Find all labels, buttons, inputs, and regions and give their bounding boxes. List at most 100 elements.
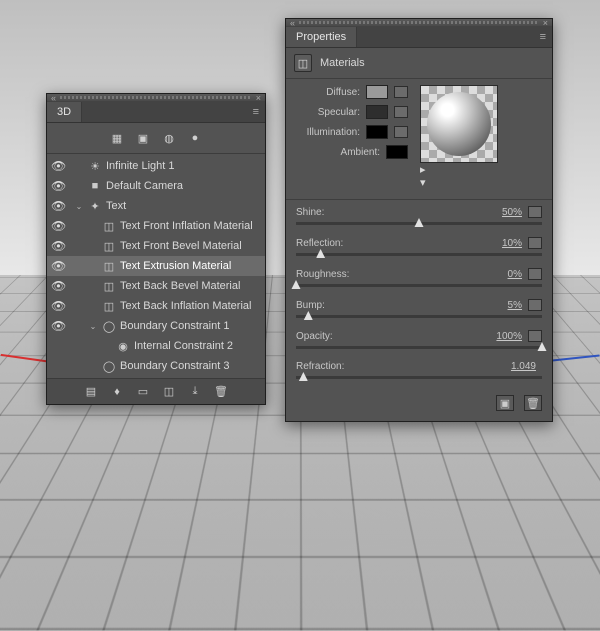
tree-item[interactable]: 👁⌄✦Text bbox=[47, 196, 265, 216]
tree-item-label: Text Front Inflation Material bbox=[120, 220, 261, 232]
visibility-toggle-icon[interactable]: 👁 bbox=[51, 279, 66, 293]
close-icon[interactable]: × bbox=[256, 93, 261, 103]
reflection-slider-thumb[interactable] bbox=[316, 249, 325, 258]
trash-icon[interactable]: 🗑 bbox=[212, 383, 230, 401]
preview-flyout-icon[interactable]: ▸▾ bbox=[420, 163, 498, 189]
preview-sphere bbox=[427, 92, 491, 156]
tree-item-label: Text Back Inflation Material bbox=[120, 300, 261, 312]
materials-filter-icon[interactable]: ◍ bbox=[160, 129, 178, 147]
bump-value[interactable]: 5% bbox=[508, 300, 522, 311]
tree-item[interactable]: 👁⌄◯Boundary Constraint 1 bbox=[47, 316, 265, 336]
bump-texture-picker[interactable] bbox=[528, 299, 542, 311]
refraction-slider[interactable] bbox=[296, 376, 542, 379]
tab-3d[interactable]: 3D bbox=[47, 102, 82, 122]
refraction-label: Refraction: bbox=[296, 361, 344, 372]
light-icon[interactable]: ♦ bbox=[108, 383, 126, 401]
shine-label: Shine: bbox=[296, 207, 324, 218]
material-preview[interactable] bbox=[420, 85, 498, 163]
shine-texture-picker[interactable] bbox=[528, 206, 542, 218]
reflection-slider-group: Reflection: 10% bbox=[296, 237, 542, 256]
visibility-toggle-icon[interactable]: 👁 bbox=[51, 299, 66, 313]
refraction-slider-thumb[interactable] bbox=[299, 372, 308, 381]
diffuse-swatch[interactable] bbox=[366, 85, 388, 99]
panel-properties-tabbar: Properties ≡ bbox=[286, 26, 552, 48]
tree-item[interactable]: 👁◫Text Front Bevel Material bbox=[47, 236, 265, 256]
scene-filter-icon[interactable]: ▦ bbox=[108, 129, 126, 147]
tree-item[interactable]: 👁☀Infinite Light 1 bbox=[47, 156, 265, 176]
visibility-toggle-icon[interactable]: 👁 bbox=[51, 159, 66, 173]
roughness-texture-picker[interactable] bbox=[528, 268, 542, 280]
panel-properties: « × Properties ≡ ◫ Materials Diffuse: Sp… bbox=[285, 18, 553, 422]
tree-item[interactable]: ◉Internal Constraint 2 bbox=[47, 336, 265, 356]
tree-item[interactable]: 👁◫Text Extrusion Material bbox=[47, 256, 265, 276]
tree-item-label: Boundary Constraint 1 bbox=[120, 320, 261, 332]
refraction-value[interactable]: 1.049 bbox=[511, 361, 536, 372]
lights-filter-icon[interactable]: ● bbox=[186, 129, 204, 147]
opacity-value[interactable]: 100% bbox=[496, 331, 522, 342]
scene-tree: 👁☀Infinite Light 1👁■Default Camera👁⌄✦Tex… bbox=[47, 154, 265, 378]
properties-footer: ▣ 🗑 bbox=[286, 389, 552, 421]
specular-swatch[interactable] bbox=[366, 105, 388, 119]
roughness-slider[interactable] bbox=[296, 284, 542, 287]
roughness-slider-thumb[interactable] bbox=[292, 280, 301, 289]
delete-material-button[interactable]: 🗑 bbox=[524, 395, 542, 411]
tree-item[interactable]: ◯Boundary Constraint 3 bbox=[47, 356, 265, 376]
visibility-toggle-icon[interactable]: 👁 bbox=[51, 319, 66, 333]
reflection-label: Reflection: bbox=[296, 238, 343, 249]
reflection-value[interactable]: 10% bbox=[502, 238, 522, 249]
tree-item[interactable]: 👁■Default Camera bbox=[47, 176, 265, 196]
panel-menu-icon[interactable]: ≡ bbox=[534, 31, 552, 43]
illumination-texture-picker[interactable] bbox=[394, 126, 408, 138]
sun-icon: ☀ bbox=[88, 159, 102, 173]
diffuse-label: Diffuse: bbox=[294, 87, 360, 98]
tab-properties[interactable]: Properties bbox=[286, 27, 357, 47]
tree-item-label: Boundary Constraint 3 bbox=[120, 360, 261, 372]
shine-value[interactable]: 50% bbox=[502, 207, 522, 218]
materials-section-title: Materials bbox=[320, 57, 365, 69]
texture-icon[interactable]: ◫ bbox=[160, 383, 178, 401]
shine-slider-thumb[interactable] bbox=[415, 218, 424, 227]
tree-item-label: Default Camera bbox=[106, 180, 261, 192]
panel-3d-drag-handle[interactable]: « × bbox=[47, 94, 265, 101]
shine-slider[interactable] bbox=[296, 222, 542, 225]
bump-slider-thumb[interactable] bbox=[304, 311, 313, 320]
illumination-swatch[interactable] bbox=[366, 125, 388, 139]
panel-menu-icon[interactable]: ≡ bbox=[247, 106, 265, 118]
layers-icon[interactable]: ▤ bbox=[82, 383, 100, 401]
disclosure-caret-icon[interactable]: ⌄ bbox=[88, 322, 98, 331]
export-icon[interactable]: ⤓ bbox=[186, 383, 204, 401]
tree-item[interactable]: 👁◫Text Front Inflation Material bbox=[47, 216, 265, 236]
roughness-value[interactable]: 0% bbox=[508, 269, 522, 280]
tree-item[interactable]: 👁◫Text Back Inflation Material bbox=[47, 296, 265, 316]
camera-icon[interactable]: ▭ bbox=[134, 383, 152, 401]
visibility-toggle-icon[interactable]: 👁 bbox=[51, 239, 66, 253]
visibility-toggle-icon[interactable]: 👁 bbox=[51, 179, 66, 193]
visibility-toggle-icon[interactable]: 👁 bbox=[51, 199, 66, 213]
tree-item-label: Text Back Bevel Material bbox=[120, 280, 261, 292]
ambient-label: Ambient: bbox=[314, 147, 380, 158]
specular-texture-picker[interactable] bbox=[394, 106, 408, 118]
material-icon: ◫ bbox=[102, 239, 116, 253]
material-icon: ◫ bbox=[102, 279, 116, 293]
visibility-toggle-icon[interactable]: 👁 bbox=[51, 259, 66, 273]
panel-3d-tabbar: 3D ≡ bbox=[47, 101, 265, 123]
disclosure-caret-icon[interactable]: ⌄ bbox=[74, 202, 84, 211]
opacity-slider-thumb[interactable] bbox=[538, 342, 547, 351]
tree-item[interactable]: 👁 ◫ Text Back Bevel Material bbox=[47, 276, 265, 296]
bump-slider[interactable] bbox=[296, 315, 542, 318]
render-settings-button[interactable]: ▣ bbox=[496, 395, 514, 411]
diffuse-texture-picker[interactable] bbox=[394, 86, 408, 98]
reflection-slider[interactable] bbox=[296, 253, 542, 256]
ambient-swatch[interactable] bbox=[386, 145, 408, 159]
opacity-slider-group: Opacity:100% bbox=[296, 330, 542, 349]
roughness-slider-group: Roughness:0% bbox=[296, 268, 542, 287]
reflection-texture-picker[interactable] bbox=[528, 237, 542, 249]
opacity-texture-picker[interactable] bbox=[528, 330, 542, 342]
panel-properties-drag-handle[interactable]: « × bbox=[286, 19, 552, 26]
mesh-filter-icon[interactable]: ▣ bbox=[134, 129, 152, 147]
close-icon[interactable]: × bbox=[543, 18, 548, 28]
illumination-label: Illumination: bbox=[294, 127, 360, 138]
specular-label: Specular: bbox=[294, 107, 360, 118]
opacity-slider[interactable] bbox=[296, 346, 542, 349]
visibility-toggle-icon[interactable]: 👁 bbox=[51, 219, 66, 233]
